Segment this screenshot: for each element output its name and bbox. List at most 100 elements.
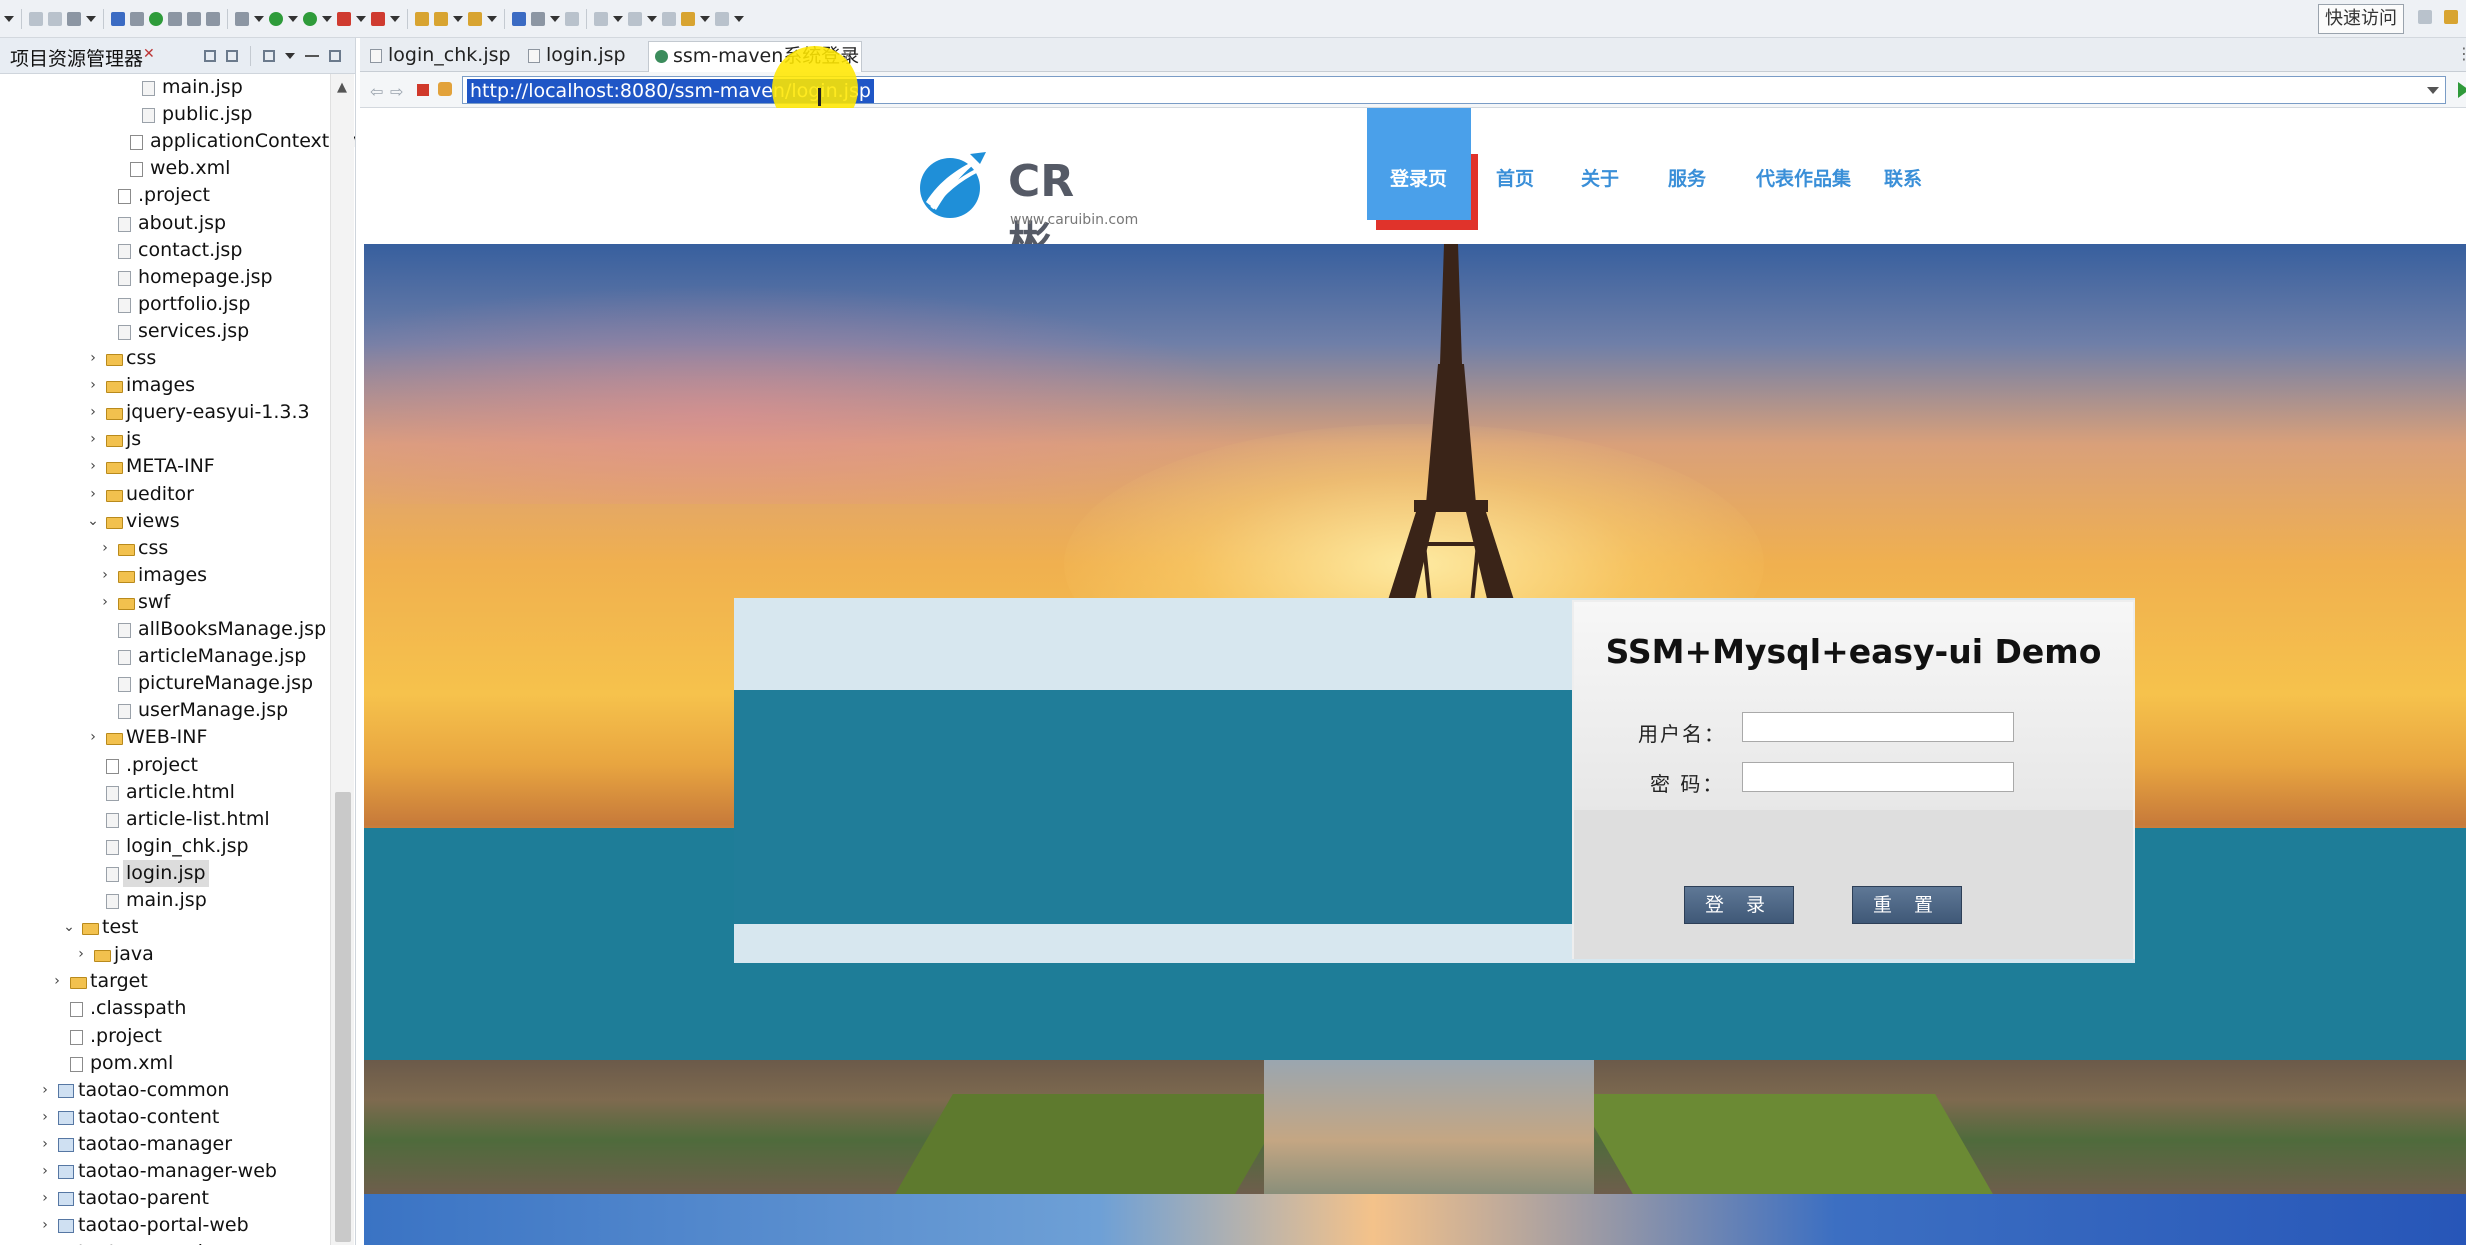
explorer-scrollbar[interactable]: ▲ ▼ [330,74,354,1245]
tree-item[interactable]: › target [0,968,328,995]
tree-item[interactable]: ⌄ test [0,914,328,941]
tree-item[interactable]: › WEB-INF [0,724,328,751]
next-annotation-icon[interactable] [594,12,608,26]
tree-item[interactable]: login.jsp [0,859,328,887]
tree-item[interactable]: article-list.html [0,806,328,833]
last-edit-icon[interactable] [662,12,676,26]
scrollbar-thumb[interactable] [335,792,351,1242]
skip-breakpoints-icon[interactable] [130,12,144,26]
run-icon[interactable] [269,12,283,26]
site-logo[interactable]: CR彬 www.caruibin.com [918,146,1138,269]
close-icon[interactable]: ✕ [143,46,155,62]
save-icon[interactable] [29,12,43,26]
expand-icon[interactable]: › [86,399,100,426]
tree-item[interactable]: article.html [0,779,328,806]
expand-icon[interactable]: › [74,941,88,968]
debug-dropdown-icon[interactable] [254,16,264,22]
maximize-icon[interactable] [329,50,341,62]
back-arrow-icon[interactable]: ⇦ [370,82,383,101]
expand-icon[interactable]: › [86,481,100,508]
collapse-icon[interactable]: ⌄ [62,914,76,941]
tree-item[interactable]: › css [0,345,328,372]
link-with-editor-icon[interactable] [226,50,238,62]
tree-item[interactable]: userManage.jsp [0,697,328,724]
prev-annotation-icon[interactable] [628,12,642,26]
url-field[interactable]: http://localhost:8080/ssm-maven/login.js… [462,76,2446,104]
tree-item[interactable]: › taotao-manager-web [0,1158,328,1185]
new-element-dropdown-icon[interactable] [453,16,463,22]
open-perspective-icon[interactable] [2418,10,2432,24]
expand-icon[interactable]: › [86,426,100,453]
collapse-all-icon[interactable] [204,50,216,62]
collapse-icon[interactable]: ⌄ [86,508,100,535]
java-ee-perspective-icon[interactable] [2444,10,2458,24]
scroll-up-icon[interactable]: ▲ [337,80,347,95]
search-icon[interactable] [512,12,526,26]
expand-icon[interactable]: › [38,1131,52,1158]
tree-item[interactable]: › ueditor [0,481,328,508]
expand-icon[interactable]: › [98,535,112,562]
expand-icon[interactable]: › [86,724,100,751]
profile-icon[interactable] [67,12,81,26]
password-input[interactable] [1742,762,2014,792]
tree-item[interactable]: › js [0,426,328,453]
deploy-icon[interactable] [371,12,385,26]
build-icon[interactable] [168,12,182,26]
tree-item[interactable]: allBooksManage.jsp [0,616,328,643]
tree-item[interactable]: › css [0,535,328,562]
forward-arrow-icon[interactable]: ⇨ [390,82,403,101]
expand-icon[interactable]: › [86,345,100,372]
tree-item[interactable]: › taotao-manager [0,1131,328,1158]
save-all-icon[interactable] [48,12,62,26]
expand-icon[interactable]: › [38,1104,52,1131]
tree-item[interactable]: contact.jsp [0,237,328,264]
terminal-icon[interactable] [111,12,125,26]
tree-item[interactable]: › java [0,941,328,968]
refresh-icon[interactable] [438,82,452,96]
tree-item[interactable]: homepage.jsp [0,264,328,291]
tree-item[interactable]: applicationContext.xml [0,128,355,155]
nav-home[interactable]: 首页 [1496,164,1534,191]
minimize-icon[interactable] [305,55,319,57]
menu-dropdown-icon[interactable] [4,16,14,22]
focus-icon[interactable] [263,50,275,62]
stop-icon[interactable] [417,84,429,96]
external-tools-dropdown-icon[interactable] [322,16,332,22]
annotation-icon[interactable] [531,12,545,26]
refactor-icon[interactable] [206,12,220,26]
reset-button[interactable]: 重 置 [1852,886,1962,924]
view-menu-icon[interactable] [285,53,295,59]
tree-item[interactable]: main.jsp [0,74,328,101]
tree-item[interactable]: main.jsp [0,887,328,914]
tree-item[interactable]: .project [0,182,328,209]
tree-item[interactable]: › taotao-content [0,1104,328,1131]
tree-item[interactable]: › jquery-easyui-1.3.3 [0,399,328,426]
tree-item[interactable]: public.jsp [0,101,328,128]
tree-item[interactable]: login_chk.jsp [0,833,328,860]
next-annotation-dropdown-icon[interactable] [613,16,623,22]
nav-portfolio[interactable]: 代表作品集 [1756,164,1851,191]
expand-icon[interactable]: › [50,968,64,995]
back-icon[interactable] [681,12,695,26]
username-input[interactable] [1742,712,2014,742]
login-button[interactable]: 登 录 [1684,886,1794,924]
wizard-icon[interactable] [187,12,201,26]
tree-item[interactable]: › swf [0,589,328,616]
tab-login-chk[interactable]: login_chk.jsp [364,41,518,72]
annotation-dropdown-icon[interactable] [550,16,560,22]
expand-icon[interactable]: › [86,372,100,399]
run-dropdown-icon[interactable] [288,16,298,22]
resume-icon[interactable] [149,12,163,26]
tabs-overflow-icon[interactable]: ⋮ [2456,44,2466,63]
nav-login-page[interactable]: 登录页 [1390,164,1447,191]
open-type-icon[interactable] [468,12,482,26]
back-dropdown-icon[interactable] [700,16,710,22]
tree-item[interactable]: › taotao-portal-web [0,1212,328,1239]
tree-item[interactable]: › META-INF [0,453,328,480]
tree-item[interactable]: .project [0,1023,328,1050]
tree-item[interactable]: › taotao-parent [0,1185,328,1212]
tree-item[interactable]: web.xml [0,155,328,182]
tree-item[interactable]: › taotao-common [0,1077,328,1104]
expand-icon[interactable]: › [98,562,112,589]
nav-about[interactable]: 关于 [1581,164,1619,191]
